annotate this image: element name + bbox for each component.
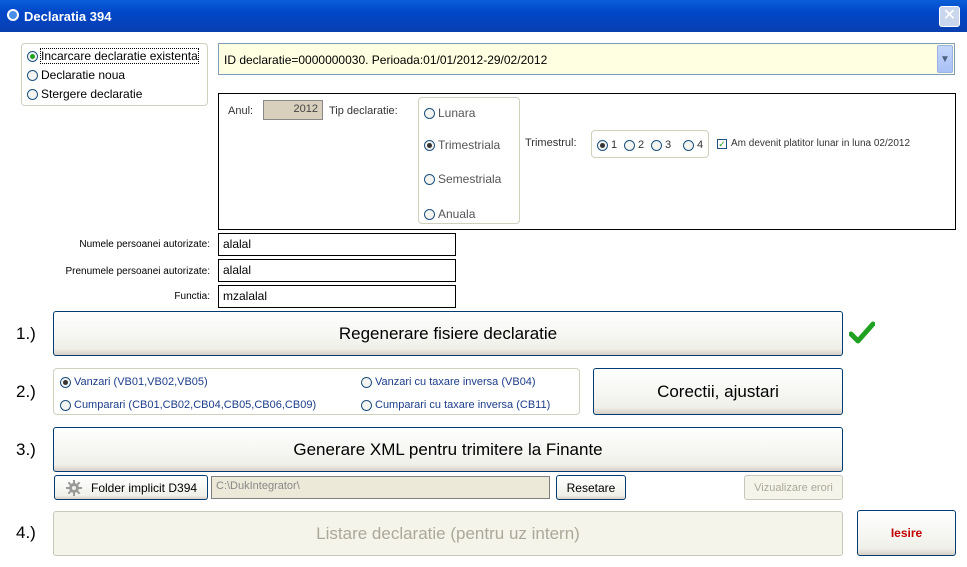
year-label: Anul:	[228, 105, 254, 117]
corectii-button-label: Corectii, ajustari	[657, 381, 779, 401]
trimestrul-label: Trimestrul:	[525, 137, 577, 149]
radio-label: Vanzari cu taxare inversa (VB04)	[375, 376, 536, 388]
radio-dot	[424, 139, 435, 151]
radio-label: Trimestriala	[438, 138, 501, 152]
radio-label: Cumparari (CB01,CB02,CB04,CB05,CB06,CB09…	[74, 399, 317, 411]
regenerare-button[interactable]: Regenerare fisiere declaratie	[53, 311, 843, 356]
trimestrul-radio-group: 1 2 3 4	[591, 130, 709, 158]
radio-cumparari[interactable]: Cumparari (CB01,CB02,CB04,CB05,CB06,CB09…	[60, 399, 316, 411]
radio-dot	[27, 50, 38, 62]
window-title: Declaratia 394	[24, 9, 112, 24]
radio-cumparari-taxare-inversa[interactable]: Cumparari cu taxare inversa (CB11)	[361, 399, 550, 411]
corectii-button[interactable]: Corectii, ajustari	[593, 368, 843, 415]
mode-radio-group: Incarcare declaratie existenta Declarati…	[21, 43, 208, 106]
radio-label: Incarcare declaratie existenta	[40, 48, 199, 64]
step-4-label: 4.)	[16, 523, 36, 542]
declaration-select-value: ID declaratie=0000000030. Perioada:01/01…	[224, 53, 548, 67]
radio-q4[interactable]: 4	[683, 139, 703, 151]
radio-dot	[683, 139, 694, 151]
details-panel: Anul: 2012 Tip declaratie: Lunara Trimes…	[218, 93, 956, 230]
vizualizare-erori-button[interactable]: Vizualizare erori	[744, 475, 843, 500]
folder-implicit-button[interactable]: Folder implicit D394	[54, 475, 208, 500]
functia-input[interactable]: mzalalal	[218, 285, 456, 308]
regenerare-button-label: Regenerare fisiere declaratie	[338, 323, 558, 343]
iesire-button[interactable]: Iesire	[857, 510, 956, 556]
radio-label: Anuala	[438, 207, 476, 221]
folder-implicit-button-label: Folder implicit D394	[91, 480, 198, 495]
title-bar: Declaratia 394 ✕	[0, 0, 967, 32]
declaration-select[interactable]: ID declaratie=0000000030. Perioada:01/01…	[218, 43, 955, 75]
radio-dot	[424, 107, 435, 119]
generare-xml-button[interactable]: Generare XML pentru trimitere la Finante	[53, 427, 843, 472]
operations-radio-group: Vanzari (VB01,VB02,VB05) Vanzari cu taxa…	[53, 368, 580, 415]
vizualizare-erori-button-label: Vizualizare erori	[754, 481, 833, 494]
radio-anuala[interactable]: Anuala	[424, 207, 475, 221]
radio-dot	[424, 173, 435, 185]
radio-incarcare[interactable]: Incarcare declaratie existenta	[27, 48, 199, 64]
dropdown-arrow-icon[interactable]: ▼	[937, 45, 953, 73]
functia-label: Functia:	[174, 291, 210, 302]
radio-dot	[27, 88, 38, 100]
year-field[interactable]: 2012	[263, 100, 323, 120]
radio-label: 4	[697, 139, 704, 151]
radio-dot	[60, 376, 71, 388]
radio-dot	[361, 399, 372, 411]
radio-q3[interactable]: 3	[651, 139, 671, 151]
green-check-icon	[849, 321, 875, 344]
resetare-button[interactable]: Resetare	[556, 475, 626, 500]
folder-path-field[interactable]: C:\DukIntegrator\	[211, 476, 550, 499]
radio-label: Cumparari cu taxare inversa (CB11)	[375, 399, 551, 411]
radio-dot	[651, 139, 662, 151]
listare-button-label: Listare declaratie (pentru uz intern)	[316, 523, 580, 543]
radio-dot	[361, 376, 372, 388]
radio-semestriala[interactable]: Semestriala	[424, 172, 501, 186]
radio-lunara[interactable]: Lunara	[424, 106, 475, 120]
radio-label: Semestriala	[438, 172, 502, 186]
tip-radio-group: Lunara Trimestriala Semestriala Anuala	[418, 97, 520, 224]
radio-trimestriala[interactable]: Trimestriala	[424, 138, 500, 152]
prenume-label: Prenumele persoanei autorizate:	[65, 266, 210, 277]
radio-label: 3	[665, 139, 672, 151]
radio-label: 2	[638, 139, 645, 151]
nume-label: Numele persoanei autorizate:	[79, 239, 210, 250]
app-icon	[7, 9, 19, 21]
step-2-label: 2.)	[16, 382, 36, 401]
platitor-lunar-checkbox[interactable]: ✓ Am devenit platitor lunar in luna 02/2…	[717, 138, 910, 149]
radio-vanzari-taxare-inversa[interactable]: Vanzari cu taxare inversa (VB04)	[361, 376, 536, 388]
radio-label: Vanzari (VB01,VB02,VB05)	[74, 376, 208, 388]
listare-button[interactable]: Listare declaratie (pentru uz intern)	[53, 511, 843, 556]
client-area: Incarcare declaratie existenta Declarati…	[0, 32, 967, 567]
prenume-input[interactable]: alalal	[218, 259, 456, 282]
close-icon[interactable]: ✕	[939, 6, 960, 27]
radio-label: Lunara	[438, 106, 476, 120]
radio-label: Declaratie noua	[41, 68, 126, 82]
generare-xml-button-label: Generare XML pentru trimitere la Finante	[293, 439, 603, 459]
step-3-label: 3.)	[16, 440, 36, 459]
radio-dot	[60, 399, 71, 411]
iesire-button-label: Iesire	[890, 526, 923, 540]
radio-dot	[424, 208, 435, 220]
checkbox-box: ✓	[717, 138, 727, 149]
checkbox-label: Am devenit platitor lunar in luna 02/201…	[731, 138, 911, 149]
radio-label: Stergere declaratie	[41, 87, 143, 101]
radio-stergere[interactable]: Stergere declaratie	[27, 87, 142, 101]
radio-vanzari[interactable]: Vanzari (VB01,VB02,VB05)	[60, 376, 208, 388]
radio-declaratie-noua[interactable]: Declaratie noua	[27, 68, 125, 82]
radio-dot	[597, 139, 608, 151]
tip-declaratie-label: Tip declaratie:	[329, 105, 398, 117]
radio-dot	[624, 139, 635, 151]
resetare-button-label: Resetare	[566, 480, 616, 495]
nume-input[interactable]: alalal	[218, 233, 456, 256]
radio-label: 1	[611, 139, 618, 151]
step-1-label: 1.)	[16, 324, 36, 343]
radio-q1[interactable]: 1	[597, 139, 617, 151]
radio-q2[interactable]: 2	[624, 139, 644, 151]
gear-icon	[66, 479, 82, 496]
radio-dot	[27, 69, 38, 81]
